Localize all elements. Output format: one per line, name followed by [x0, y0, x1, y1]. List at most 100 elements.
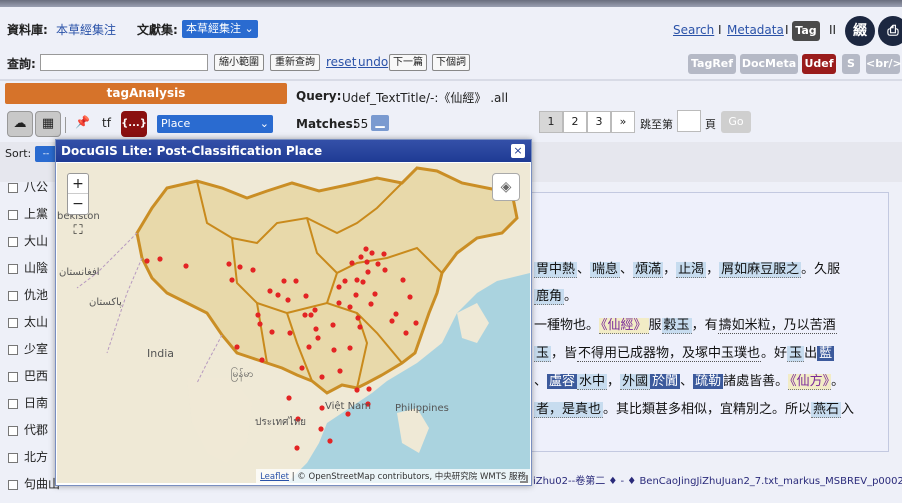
- map-marker[interactable]: [312, 307, 318, 313]
- map-marker[interactable]: [319, 374, 325, 380]
- map-marker[interactable]: [315, 335, 321, 341]
- tagged-term[interactable]: 水中: [577, 374, 608, 390]
- map-marker[interactable]: [144, 258, 150, 264]
- sort-select[interactable]: --: [35, 146, 57, 162]
- metadata-link[interactable]: Metadata: [727, 23, 784, 37]
- map-marker[interactable]: [354, 387, 360, 393]
- map-marker[interactable]: [234, 344, 240, 350]
- map-marker[interactable]: [318, 426, 324, 432]
- map-marker[interactable]: [255, 312, 261, 318]
- map-marker[interactable]: [267, 288, 273, 294]
- tagged-term[interactable]: 不得用已成器物，及塚中玉璞也: [577, 346, 762, 362]
- tagged-term[interactable]: 《仙經》: [599, 318, 649, 334]
- tf-toggle[interactable]: tf: [102, 116, 111, 130]
- map-marker[interactable]: [183, 263, 189, 269]
- go-button[interactable]: Go: [721, 111, 751, 133]
- map-marker[interactable]: [308, 312, 314, 318]
- map-marker[interactable]: [285, 297, 291, 303]
- map-marker[interactable]: [389, 318, 395, 324]
- close-icon[interactable]: ×: [511, 144, 525, 158]
- tag-button-2[interactable]: Udef: [802, 54, 836, 74]
- map-marker[interactable]: [269, 329, 275, 335]
- query-input[interactable]: [40, 54, 208, 71]
- leaflet-link[interactable]: Leaflet: [260, 472, 289, 482]
- map-marker[interactable]: [365, 269, 371, 275]
- zoom-in-button[interactable]: +: [68, 174, 88, 194]
- tagged-term[interactable]: 燕石: [811, 402, 842, 418]
- tag-button-0[interactable]: TagRef: [688, 54, 736, 74]
- tagged-term[interactable]: 止渴: [676, 262, 707, 278]
- tagged-term[interactable]: 玉: [787, 346, 805, 362]
- pin-icon[interactable]: 📌: [75, 115, 90, 129]
- tag-button[interactable]: Tag: [792, 21, 820, 41]
- map-marker[interactable]: [354, 277, 360, 283]
- map-marker[interactable]: [226, 261, 232, 267]
- map-marker[interactable]: [358, 254, 364, 260]
- map-marker[interactable]: [302, 312, 308, 318]
- map-marker[interactable]: [345, 411, 351, 417]
- page-button[interactable]: 3: [587, 111, 611, 133]
- collection-select[interactable]: 本草經集注 ⌄: [182, 20, 258, 38]
- map-marker[interactable]: [403, 330, 409, 336]
- list-checkbox[interactable]: [8, 317, 18, 328]
- map-marker[interactable]: [237, 264, 243, 270]
- tagged-term[interactable]: 玉: [534, 346, 552, 362]
- map-marker[interactable]: [257, 321, 263, 327]
- map-marker[interactable]: [347, 304, 353, 310]
- map-marker[interactable]: [319, 405, 325, 411]
- tagged-term[interactable]: 外國: [620, 374, 651, 390]
- list-checkbox[interactable]: [8, 371, 18, 382]
- map-marker[interactable]: [306, 344, 312, 350]
- reset-link[interactable]: reset: [326, 55, 356, 69]
- map-marker[interactable]: [287, 330, 293, 336]
- map-marker[interactable]: [357, 324, 363, 330]
- map-marker[interactable]: [157, 256, 163, 262]
- map-marker[interactable]: [286, 395, 292, 401]
- next-term-button[interactable]: 下個詞: [432, 54, 470, 71]
- collapse-icon[interactable]: ▁: [371, 115, 389, 131]
- map-marker[interactable]: [347, 345, 353, 351]
- map-icon[interactable]: ▦: [35, 111, 61, 137]
- tag-button-1[interactable]: DocMeta: [740, 54, 798, 74]
- map-marker[interactable]: [400, 277, 406, 283]
- list-checkbox[interactable]: [8, 344, 18, 355]
- map-marker[interactable]: [313, 326, 319, 332]
- map-marker[interactable]: [229, 277, 235, 283]
- map-marker[interactable]: [337, 368, 343, 374]
- map-marker[interactable]: [259, 357, 265, 363]
- requery-button[interactable]: 重新查詢: [270, 54, 320, 71]
- narrow-scope-button[interactable]: 縮小範圍: [214, 54, 264, 71]
- map-marker[interactable]: [331, 347, 337, 353]
- map-marker[interactable]: [275, 292, 281, 298]
- tagged-term[interactable]: 煩滿: [633, 262, 664, 278]
- map-marker[interactable]: [336, 300, 342, 306]
- page-button[interactable]: 1: [539, 111, 563, 133]
- map-marker[interactable]: [294, 445, 300, 451]
- map-marker[interactable]: [407, 294, 413, 300]
- place-select[interactable]: Place ⌄: [157, 115, 273, 133]
- tagged-term[interactable]: 喘息: [590, 262, 621, 278]
- tagged-term[interactable]: 屑如麻豆服之: [719, 262, 802, 278]
- map-marker[interactable]: [364, 259, 370, 265]
- database-value[interactable]: 本草經集注: [56, 21, 116, 38]
- undo-link[interactable]: undo: [358, 55, 388, 69]
- map-marker[interactable]: [353, 292, 359, 298]
- tagged-term[interactable]: 擣如米粒，乃以苦酒: [717, 318, 837, 334]
- map-marker[interactable]: [372, 291, 378, 297]
- map-marker[interactable]: [413, 320, 419, 326]
- resize-handle[interactable]: [520, 475, 528, 483]
- map-marker[interactable]: [303, 293, 309, 299]
- list-checkbox[interactable]: [8, 398, 18, 409]
- tagged-term[interactable]: 於闐: [650, 374, 681, 389]
- map-marker[interactable]: [355, 315, 361, 321]
- tagged-term[interactable]: 《仙方》: [788, 374, 832, 390]
- map-marker[interactable]: [349, 260, 355, 266]
- list-checkbox[interactable]: [8, 263, 18, 274]
- tagged-term[interactable]: 穀玉: [661, 318, 692, 334]
- zoom-out-button[interactable]: −: [68, 194, 88, 214]
- list-checkbox[interactable]: [8, 452, 18, 463]
- list-checkbox[interactable]: [8, 182, 18, 193]
- search-link[interactable]: Search: [673, 23, 714, 37]
- tagged-term[interactable]: 胃中熱: [534, 262, 578, 278]
- map-marker[interactable]: [250, 267, 256, 273]
